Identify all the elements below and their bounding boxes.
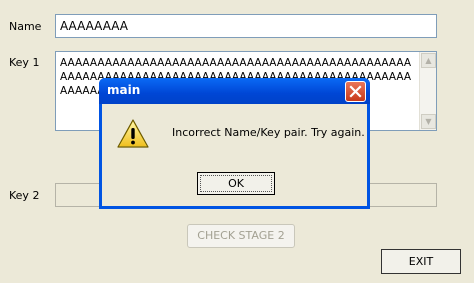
check-stage-2-button: CHECK STAGE 2 xyxy=(187,224,295,248)
key1-label: Key 1 xyxy=(9,56,40,69)
name-label: Name xyxy=(9,20,42,33)
key1-scrollbar[interactable]: ▲ ▼ xyxy=(419,52,436,130)
warning-icon xyxy=(117,119,149,148)
exit-button[interactable]: EXIT xyxy=(381,249,461,274)
ok-focus-rect xyxy=(200,175,272,192)
close-icon xyxy=(349,85,362,98)
key2-label: Key 2 xyxy=(9,189,40,202)
dialog-title: main xyxy=(107,83,141,97)
dialog-titlebar[interactable]: main xyxy=(99,78,370,104)
dialog-message: Incorrect Name/Key pair. Try again. xyxy=(172,126,365,139)
name-field[interactable]: AAAAAAAA xyxy=(55,14,437,38)
close-button[interactable] xyxy=(345,81,366,102)
dialog-body: Incorrect Name/Key pair. Try again. OK xyxy=(102,104,367,206)
scroll-up-icon[interactable]: ▲ xyxy=(421,53,436,68)
error-dialog: main Incorrect Name/Key pair. Try again.… xyxy=(99,78,370,209)
ok-button[interactable]: OK xyxy=(197,172,275,195)
scroll-down-icon[interactable]: ▼ xyxy=(421,114,436,129)
